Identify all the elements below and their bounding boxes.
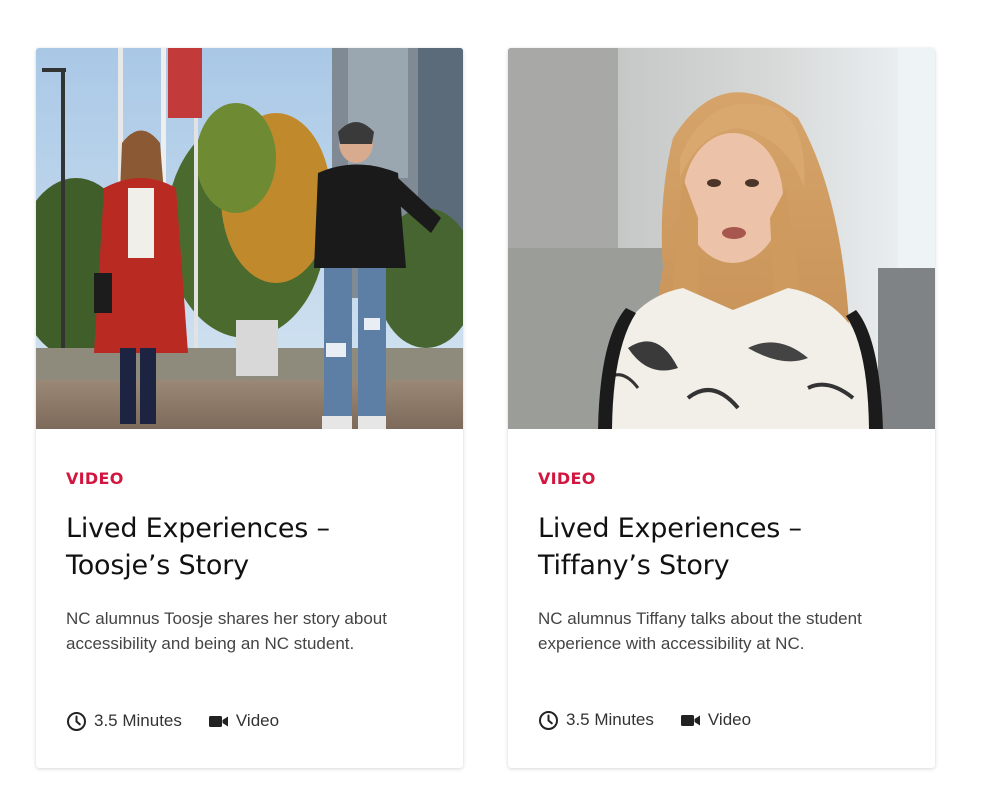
- video-camera-icon: [208, 711, 229, 732]
- duration-text: 3.5 Minutes: [566, 710, 654, 729]
- media-type: Video: [208, 711, 279, 732]
- video-card-tiffany[interactable]: VIDEO Lived Experiences – Tiffany’s Stor…: [508, 48, 935, 768]
- video-camera-icon: [680, 710, 701, 731]
- category-label: VIDEO: [66, 469, 124, 488]
- duration: 3.5 Minutes: [538, 710, 654, 731]
- card-description: NC alumnus Toosje shares her story about…: [66, 609, 387, 653]
- card-meta: 3.5 Minutes Video: [66, 708, 279, 734]
- card-meta: 3.5 Minutes Video: [538, 707, 751, 733]
- clock-icon: [538, 710, 559, 731]
- video-card-toosje[interactable]: VIDEO Lived Experiences – Toosje’s Story…: [36, 48, 463, 768]
- media-type-text: Video: [707, 710, 752, 729]
- duration-text: 3.5 Minutes: [94, 711, 182, 730]
- category-label: VIDEO: [538, 469, 596, 488]
- media-type: Video: [680, 710, 751, 731]
- card-title[interactable]: Lived Experiences – Toosje’s Story: [66, 510, 426, 584]
- video-card-grid: VIDEO Lived Experiences – Toosje’s Story…: [0, 0, 983, 795]
- video-thumbnail[interactable]: [508, 48, 935, 429]
- card-title[interactable]: Lived Experiences – Tiffany’s Story: [538, 510, 898, 584]
- card-description: NC alumnus Tiffany talks about the stude…: [538, 609, 862, 653]
- duration: 3.5 Minutes: [66, 711, 182, 732]
- clock-icon: [66, 711, 87, 732]
- media-type-text: Video: [235, 711, 280, 730]
- video-thumbnail[interactable]: [36, 48, 463, 429]
